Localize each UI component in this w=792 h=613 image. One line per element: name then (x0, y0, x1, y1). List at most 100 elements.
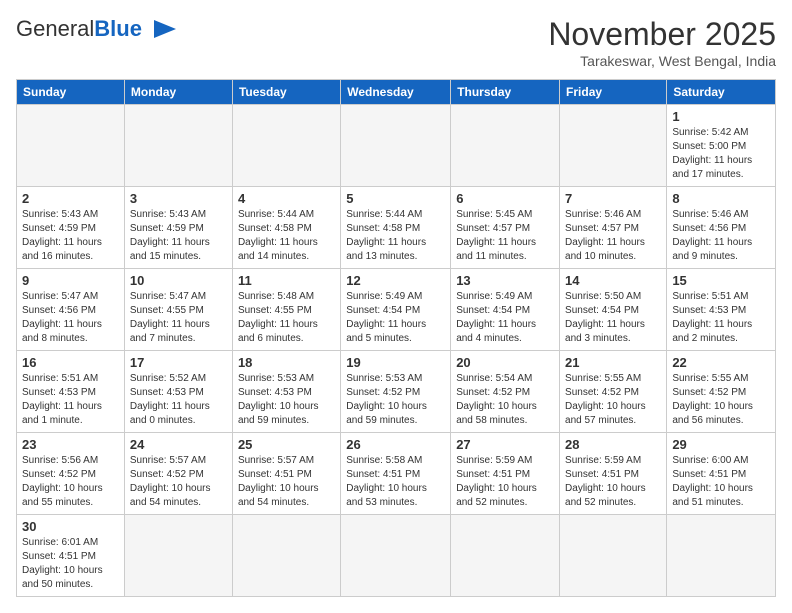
calendar-cell: 22 Sunrise: 5:55 AM Sunset: 4:52 PM Dayli… (667, 351, 776, 433)
day-info: Sunrise: 5:53 AM Sunset: 4:52 PM Dayligh… (346, 372, 445, 428)
day-number: 11 (238, 273, 335, 288)
calendar-cell: 24 Sunrise: 5:57 AM Sunset: 4:52 PM Dayli… (124, 433, 232, 515)
calendar-cell: 27 Sunrise: 5:59 AM Sunset: 4:51 PM Dayli… (451, 433, 560, 515)
calendar-cell (451, 105, 560, 187)
day-info: Sunrise: 5:59 AM Sunset: 4:51 PM Dayligh… (456, 454, 554, 510)
calendar-cell: 29Sunrise: 6:00 AM Sunset: 4:51 PM Dayli… (667, 433, 776, 515)
calendar-cell: 23 Sunrise: 5:56 AM Sunset: 4:52 PM Dayli… (17, 433, 125, 515)
day-info: Sunrise: 5:49 AM Sunset: 4:54 PM Dayligh… (456, 290, 554, 346)
day-info: Sunrise: 5:59 AM Sunset: 4:51 PM Dayligh… (565, 454, 661, 510)
day-info: Sunrise: 5:44 AM Sunset: 4:58 PM Dayligh… (238, 208, 335, 264)
logo-general-text: General (16, 16, 94, 42)
day-info: Sunrise: 5:45 AM Sunset: 4:57 PM Dayligh… (456, 208, 554, 264)
calendar-cell: 16 Sunrise: 5:51 AM Sunset: 4:53 PM Dayli… (17, 351, 125, 433)
day-number: 18 (238, 355, 335, 370)
day-number: 6 (456, 191, 554, 206)
calendar-cell: 5Sunrise: 5:44 AM Sunset: 4:58 PM Daylig… (341, 187, 451, 269)
calendar-body: 1Sunrise: 5:42 AM Sunset: 5:00 PM Daylig… (17, 105, 776, 597)
calendar-cell: 18 Sunrise: 5:53 AM Sunset: 4:53 PM Dayli… (232, 351, 340, 433)
calendar-cell (560, 105, 667, 187)
calendar-cell: 4 Sunrise: 5:44 AM Sunset: 4:58 PM Daylig… (232, 187, 340, 269)
calendar-cell: 7 Sunrise: 5:46 AM Sunset: 4:57 PM Daylig… (560, 187, 667, 269)
day-header-thursday: Thursday (451, 80, 560, 105)
calendar-header: SundayMondayTuesdayWednesdayThursdayFrid… (17, 80, 776, 105)
calendar-cell (232, 105, 340, 187)
calendar-cell: 10 Sunrise: 5:47 AM Sunset: 4:55 PM Dayli… (124, 269, 232, 351)
calendar-cell: 11Sunrise: 5:48 AM Sunset: 4:55 PM Dayli… (232, 269, 340, 351)
calendar-cell: 19Sunrise: 5:53 AM Sunset: 4:52 PM Dayli… (341, 351, 451, 433)
calendar-cell (232, 515, 340, 597)
calendar-cell (560, 515, 667, 597)
day-number: 9 (22, 273, 119, 288)
day-info: Sunrise: 5:56 AM Sunset: 4:52 PM Dayligh… (22, 454, 119, 510)
day-header-friday: Friday (560, 80, 667, 105)
calendar-cell: 25 Sunrise: 5:57 AM Sunset: 4:51 PM Dayli… (232, 433, 340, 515)
day-number: 7 (565, 191, 661, 206)
week-row-2: 9Sunrise: 5:47 AM Sunset: 4:56 PM Daylig… (17, 269, 776, 351)
day-number: 30 (22, 519, 119, 534)
day-number: 10 (130, 273, 227, 288)
day-header-sunday: Sunday (17, 80, 125, 105)
day-number: 14 (565, 273, 661, 288)
calendar-cell (124, 105, 232, 187)
day-info: Sunrise: 5:55 AM Sunset: 4:52 PM Dayligh… (672, 372, 770, 428)
calendar-cell: 30Sunrise: 6:01 AM Sunset: 4:51 PM Dayli… (17, 515, 125, 597)
week-row-1: 2Sunrise: 5:43 AM Sunset: 4:59 PM Daylig… (17, 187, 776, 269)
day-header-saturday: Saturday (667, 80, 776, 105)
calendar-cell (341, 515, 451, 597)
day-number: 28 (565, 437, 661, 452)
day-number: 24 (130, 437, 227, 452)
calendar-cell (17, 105, 125, 187)
day-number: 23 (22, 437, 119, 452)
day-info: Sunrise: 5:54 AM Sunset: 4:52 PM Dayligh… (456, 372, 554, 428)
logo-blue-text: Blue (94, 16, 142, 42)
week-row-5: 30Sunrise: 6:01 AM Sunset: 4:51 PM Dayli… (17, 515, 776, 597)
day-info: Sunrise: 5:43 AM Sunset: 4:59 PM Dayligh… (22, 208, 119, 264)
month-title: November 2025 (548, 16, 776, 53)
day-info: Sunrise: 5:57 AM Sunset: 4:52 PM Dayligh… (130, 454, 227, 510)
header: General Blue November 2025 Tarakeswar, W… (16, 16, 776, 69)
day-info: Sunrise: 5:52 AM Sunset: 4:53 PM Dayligh… (130, 372, 227, 428)
day-info: Sunrise: 5:50 AM Sunset: 4:54 PM Dayligh… (565, 290, 661, 346)
day-number: 1 (672, 109, 770, 124)
day-info: Sunrise: 5:57 AM Sunset: 4:51 PM Dayligh… (238, 454, 335, 510)
calendar-cell: 8Sunrise: 5:46 AM Sunset: 4:56 PM Daylig… (667, 187, 776, 269)
calendar-cell: 9Sunrise: 5:47 AM Sunset: 4:56 PM Daylig… (17, 269, 125, 351)
day-header-tuesday: Tuesday (232, 80, 340, 105)
day-number: 17 (130, 355, 227, 370)
calendar-cell: 13Sunrise: 5:49 AM Sunset: 4:54 PM Dayli… (451, 269, 560, 351)
day-info: Sunrise: 5:55 AM Sunset: 4:52 PM Dayligh… (565, 372, 661, 428)
day-number: 22 (672, 355, 770, 370)
day-number: 26 (346, 437, 445, 452)
day-info: Sunrise: 5:53 AM Sunset: 4:53 PM Dayligh… (238, 372, 335, 428)
day-number: 21 (565, 355, 661, 370)
day-info: Sunrise: 5:47 AM Sunset: 4:55 PM Dayligh… (130, 290, 227, 346)
day-header-monday: Monday (124, 80, 232, 105)
calendar-cell: 12 Sunrise: 5:49 AM Sunset: 4:54 PM Dayli… (341, 269, 451, 351)
day-info: Sunrise: 5:51 AM Sunset: 4:53 PM Dayligh… (22, 372, 119, 428)
day-number: 16 (22, 355, 119, 370)
day-header-wednesday: Wednesday (341, 80, 451, 105)
day-info: Sunrise: 5:46 AM Sunset: 4:57 PM Dayligh… (565, 208, 661, 264)
calendar-cell: 20 Sunrise: 5:54 AM Sunset: 4:52 PM Dayli… (451, 351, 560, 433)
week-row-3: 16 Sunrise: 5:51 AM Sunset: 4:53 PM Dayli… (17, 351, 776, 433)
day-number: 27 (456, 437, 554, 452)
day-number: 12 (346, 273, 445, 288)
day-number: 4 (238, 191, 335, 206)
calendar-cell: 3Sunrise: 5:43 AM Sunset: 4:59 PM Daylig… (124, 187, 232, 269)
days-of-week-row: SundayMondayTuesdayWednesdayThursdayFrid… (17, 80, 776, 105)
calendar-cell: 6 Sunrise: 5:45 AM Sunset: 4:57 PM Daylig… (451, 187, 560, 269)
calendar-cell (124, 515, 232, 597)
day-number: 25 (238, 437, 335, 452)
day-info: Sunrise: 5:44 AM Sunset: 4:58 PM Dayligh… (346, 208, 445, 264)
day-number: 20 (456, 355, 554, 370)
day-info: Sunrise: 5:49 AM Sunset: 4:54 PM Dayligh… (346, 290, 445, 346)
title-area: November 2025 Tarakeswar, West Bengal, I… (548, 16, 776, 69)
logo: General Blue (16, 16, 178, 42)
calendar-cell (667, 515, 776, 597)
day-number: 3 (130, 191, 227, 206)
calendar-cell: 14 Sunrise: 5:50 AM Sunset: 4:54 PM Dayli… (560, 269, 667, 351)
calendar-cell: 28 Sunrise: 5:59 AM Sunset: 4:51 PM Dayli… (560, 433, 667, 515)
calendar-cell: 2Sunrise: 5:43 AM Sunset: 4:59 PM Daylig… (17, 187, 125, 269)
calendar-cell: 17 Sunrise: 5:52 AM Sunset: 4:53 PM Dayli… (124, 351, 232, 433)
